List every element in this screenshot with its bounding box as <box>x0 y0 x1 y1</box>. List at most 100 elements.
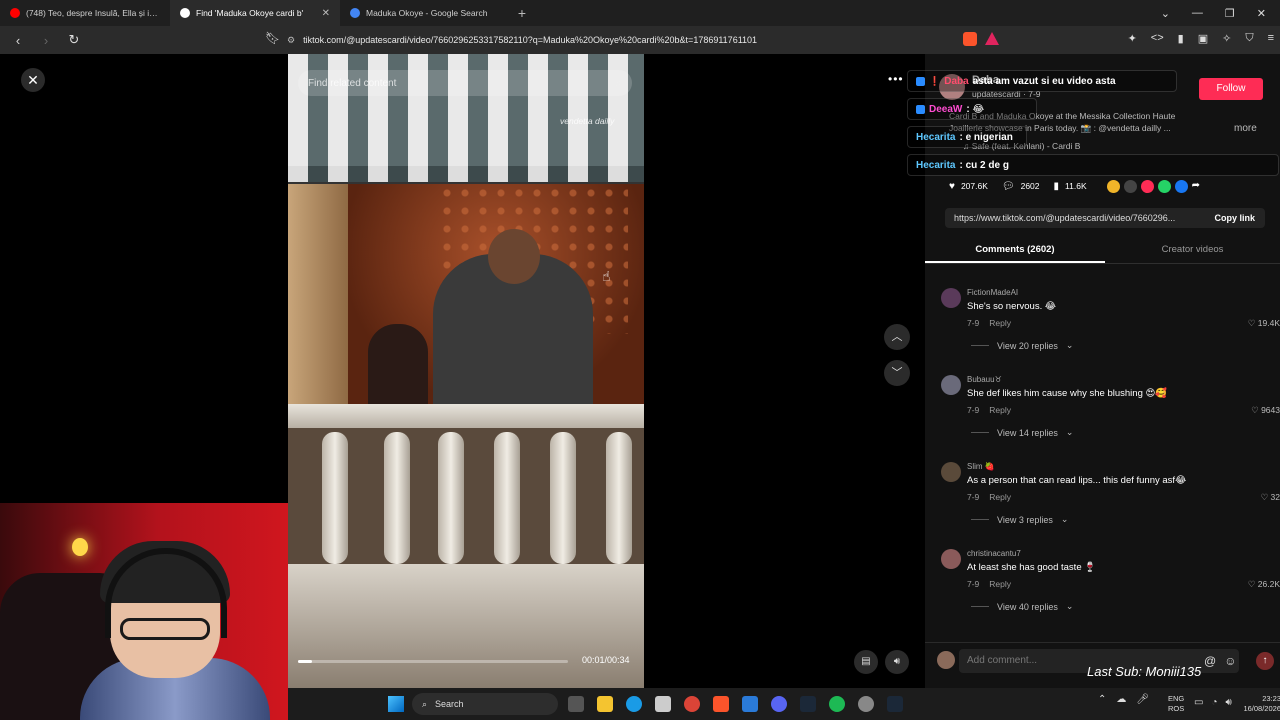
next-video-button[interactable]: ﹀ <box>884 360 910 386</box>
view-replies-button[interactable]: View 3 replies ⌄ <box>971 514 1068 525</box>
reply-button[interactable]: Reply <box>989 492 1011 502</box>
brave-shields-icon[interactable] <box>963 32 977 46</box>
tab-tiktok[interactable]: Find 'Maduka Okoye cardi b' ✕ <box>170 0 340 26</box>
wallet-icon[interactable]: ▣ <box>1198 32 1208 45</box>
clock[interactable]: 23:23 16/08/2026 <box>1243 694 1280 714</box>
language-indicator[interactable]: ENG ROS <box>1168 694 1184 714</box>
panel-tabs: Comments (2602) Creator videos <box>925 240 1280 264</box>
tab-creator-videos[interactable]: Creator videos <box>1105 240 1280 263</box>
related-search-input[interactable]: Find related content ⌕ <box>298 70 632 96</box>
maximize-button[interactable]: ❐ <box>1225 7 1235 20</box>
bookmark-icon[interactable]: 🔖︎ <box>265 31 280 45</box>
warning-icon: ❗ <box>929 75 941 86</box>
close-tab-icon[interactable]: ✕ <box>322 8 330 19</box>
comment-item: FictionMadeAI She's so nervous. 😂 7-9 Rep… <box>939 288 1280 368</box>
like-button[interactable]: ♥ 207.6K <box>949 181 988 192</box>
reply-button[interactable]: Reply <box>989 405 1011 415</box>
chrome-icon[interactable] <box>684 696 700 712</box>
reply-button[interactable]: Reply <box>989 579 1011 589</box>
mic-icon[interactable]: 🎤︎ <box>1136 694 1149 705</box>
comment-like-button[interactable]: ♡ 26.2K <box>1248 579 1280 590</box>
vscode-icon[interactable] <box>742 696 758 712</box>
obs-icon[interactable] <box>858 696 874 712</box>
view-replies-button[interactable]: View 20 replies ⌄ <box>971 340 1073 351</box>
minimize-button[interactable]: — <box>1192 7 1203 19</box>
extensions-icon[interactable]: ✦ <box>1128 32 1137 45</box>
send-comment-button[interactable]: ↑ <box>1256 652 1274 670</box>
close-window-button[interactable]: ✕ <box>1257 7 1266 20</box>
chat-text: : cu 2 de g <box>959 159 1009 171</box>
comment-like-button[interactable]: ♡ 19.4K <box>1248 318 1280 329</box>
comment-text: As a person that can read lips... this d… <box>967 475 1187 486</box>
reply-button[interactable]: Reply <box>989 318 1011 328</box>
copy-link-button[interactable]: Copy link <box>1204 213 1265 223</box>
pip-button[interactable]: ▤ <box>854 650 878 674</box>
comment-text: She's so nervous. 😂 <box>967 301 1056 312</box>
steam-icon[interactable] <box>800 696 816 712</box>
forward-icon[interactable]: › <box>36 33 56 48</box>
brave-icon[interactable] <box>713 696 729 712</box>
vpn-icon[interactable]: ⛉ <box>1245 32 1253 45</box>
previous-video-button[interactable]: ︿ <box>884 324 910 350</box>
avatar[interactable] <box>941 549 961 569</box>
video-player[interactable]: Find related content ⌕ vendetta dailly 0… <box>288 54 644 688</box>
taskbar-search[interactable]: ⌕ Search <box>412 693 558 715</box>
url-field[interactable]: ⚙ tiktok.com/@updatescardi/video/7660296… <box>287 30 1007 50</box>
more-options-icon[interactable]: ••• <box>888 72 904 86</box>
back-icon[interactable]: ‹ <box>8 33 28 48</box>
comment-meta: 7-9 Reply <box>967 579 1011 589</box>
file-explorer-icon[interactable] <box>597 696 613 712</box>
language-top: ENG <box>1168 694 1185 703</box>
comment-user[interactable]: FictionMadeAI <box>967 288 1018 297</box>
sidebar-icon[interactable]: ▮ <box>1178 32 1184 45</box>
comment-like-button[interactable]: ♡ 9643 <box>1251 405 1280 416</box>
avatar[interactable] <box>941 288 961 308</box>
brave-rewards-icon[interactable] <box>985 32 999 45</box>
avatar[interactable] <box>941 462 961 482</box>
tab-youtube[interactable]: (748) Teo, despre Insulă, Ella și iubito <box>0 0 170 26</box>
comment-user[interactable]: Bubauu♉ <box>967 375 1002 384</box>
chat-text: : e nigerian <box>959 131 1013 143</box>
emoji-icon[interactable]: ☺ <box>1224 654 1236 668</box>
store-icon[interactable] <box>655 696 671 712</box>
wifi-icon[interactable]: ◔ <box>1211 697 1217 708</box>
tab-google[interactable]: Maduka Okoye - Google Search <box>340 0 510 26</box>
view-replies-label: View 14 replies <box>997 427 1058 438</box>
volume-icon[interactable]: 🔊︎ <box>1226 697 1232 708</box>
view-replies-button[interactable]: View 40 replies ⌄ <box>971 601 1073 612</box>
reload-icon[interactable]: ↻ <box>64 32 84 48</box>
network-icon[interactable]: ▭ <box>1194 697 1203 708</box>
search-icon[interactable]: ⌕ <box>616 77 622 90</box>
tray-chevron-icon[interactable]: ⌃ <box>1098 694 1106 705</box>
onedrive-icon[interactable]: ☁ <box>1116 694 1126 705</box>
task-view-icon[interactable] <box>568 696 584 712</box>
site-info-icon[interactable]: ⚙ <box>287 35 295 46</box>
comment-user[interactable]: christinacantu7 <box>967 549 1021 558</box>
volume-button[interactable]: 🔊︎ <box>885 650 909 674</box>
avatar[interactable] <box>941 375 961 395</box>
save-button[interactable]: ▮ 11.6K <box>1054 181 1087 192</box>
code-icon[interactable]: <> <box>1151 32 1164 45</box>
comment-button[interactable]: 💬︎ 2602 <box>1002 181 1040 192</box>
close-video-button[interactable]: ✕ <box>21 68 45 92</box>
progress-bar[interactable] <box>298 660 568 663</box>
edge-icon[interactable] <box>626 696 642 712</box>
tab-search-icon[interactable]: ⌄ <box>1161 7 1170 20</box>
leo-icon[interactable]: ✧ <box>1222 32 1231 45</box>
comment-user[interactable]: Slim 🍓 <box>967 462 995 471</box>
view-replies-button[interactable]: View 14 replies ⌄ <box>971 427 1073 438</box>
bookmark-icon: ▮ <box>1053 180 1060 192</box>
new-tab-button[interactable]: + <box>510 5 534 21</box>
steam-2-icon[interactable] <box>887 696 903 712</box>
tab-comments[interactable]: Comments (2602) <box>925 240 1105 263</box>
spotify-icon[interactable] <box>829 696 845 712</box>
chevron-down-icon: ⌄ <box>1065 340 1074 350</box>
discord-icon[interactable] <box>771 696 787 712</box>
comment-meta: 7-9 Reply <box>967 318 1011 328</box>
mention-icon[interactable]: @ <box>1204 654 1216 668</box>
start-button[interactable] <box>388 696 404 712</box>
taskbar-apps <box>568 696 903 712</box>
like-count: 207.6K <box>960 181 988 191</box>
comment-like-button[interactable]: ♡ 32 <box>1261 492 1280 503</box>
menu-icon[interactable]: ≡ <box>1268 32 1274 45</box>
